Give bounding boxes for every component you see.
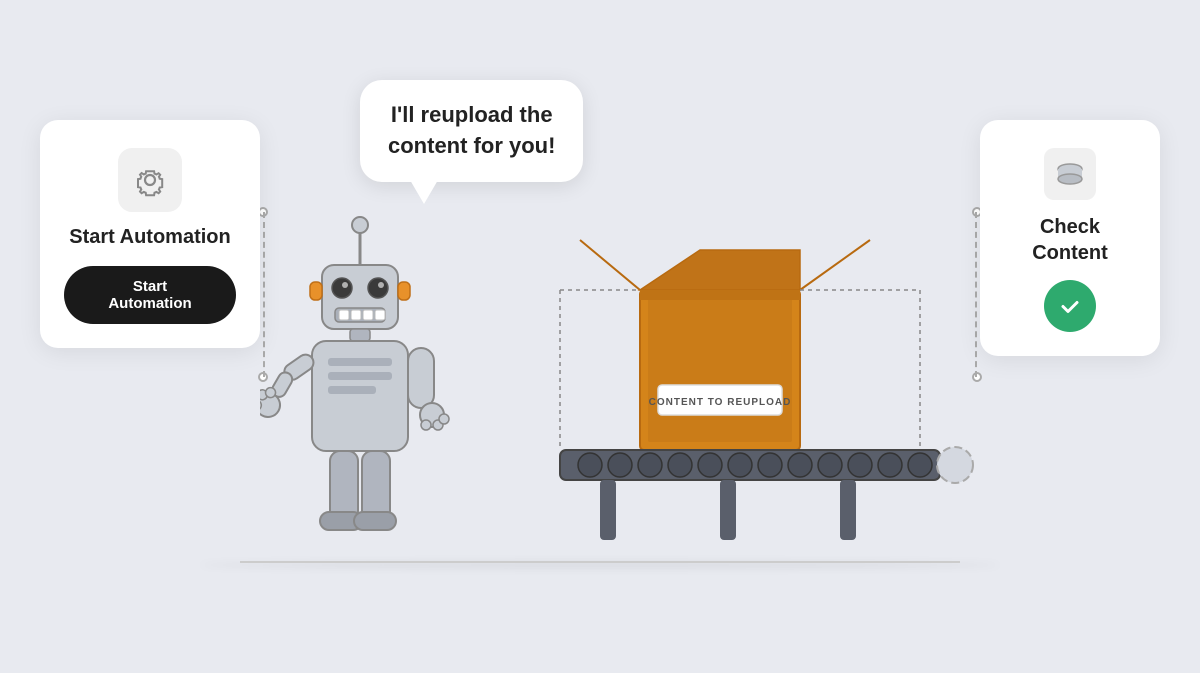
robot bbox=[260, 210, 480, 565]
check-content-card: Check Content bbox=[980, 120, 1160, 356]
conveyor-assembly: CONTENT TO REUPLOAD bbox=[540, 210, 960, 565]
check-circle bbox=[1044, 280, 1096, 332]
check-content-title: Check Content bbox=[1000, 214, 1140, 266]
gear-icon bbox=[118, 148, 182, 212]
scene: Start Automation Start Automation Check … bbox=[0, 0, 1200, 673]
svg-text:CONTENT TO REUPLOAD: CONTENT TO REUPLOAD bbox=[649, 397, 792, 408]
coin-icon bbox=[1044, 148, 1096, 200]
speech-bubble: I'll reupload the content for you! bbox=[360, 80, 583, 182]
start-automation-button[interactable]: Start Automation bbox=[64, 266, 236, 324]
start-automation-title: Start Automation bbox=[69, 224, 230, 250]
start-automation-card: Start Automation Start Automation bbox=[40, 120, 260, 348]
